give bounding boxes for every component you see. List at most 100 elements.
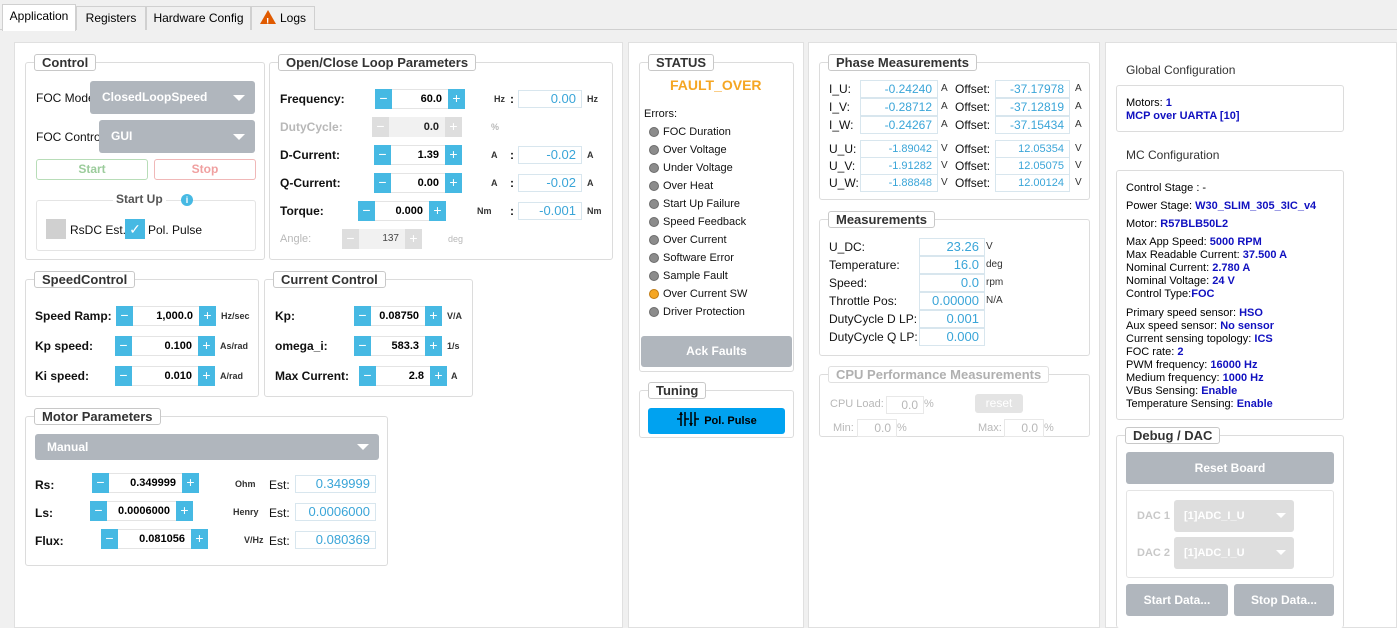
tab-application[interactable]: Application [2, 4, 76, 31]
plus-icon[interactable]: + [191, 529, 208, 549]
spin-value[interactable]: 1.39 [391, 145, 445, 165]
spin-value[interactable]: 0.000 [375, 201, 429, 221]
ls-spinbox[interactable]: − 0.0006000 + [90, 501, 193, 521]
plus-icon[interactable]: + [199, 306, 216, 326]
stop-button[interactable]: Stop [154, 159, 256, 180]
plus-icon[interactable]: + [448, 89, 465, 109]
foc-mode-label: FOC Mode [36, 91, 95, 105]
spin-value[interactable]: 0.081056 [118, 529, 191, 549]
plus-icon[interactable]: + [198, 336, 215, 356]
minus-icon[interactable]: − [372, 117, 389, 137]
unit: Nm [477, 206, 492, 216]
stop-data-button[interactable]: Stop Data... [1234, 584, 1334, 616]
dac2-dropdown[interactable]: [1]ADC_I_U [1174, 537, 1294, 569]
status-led-icon [649, 181, 659, 191]
ki-speed-label: Ki speed: [35, 369, 90, 383]
tab-logs[interactable]: Logs [251, 6, 315, 34]
rsdc-checkbox[interactable] [46, 219, 66, 239]
minus-icon[interactable]: − [115, 336, 132, 356]
phase-label: U_U: [829, 142, 857, 156]
plus-icon[interactable]: + [445, 145, 462, 165]
minus-icon[interactable]: − [374, 145, 391, 165]
minus-icon[interactable]: − [115, 366, 132, 386]
minus-icon[interactable]: − [354, 336, 371, 356]
ki-speed-spinbox[interactable]: − 0.010 + [115, 366, 215, 386]
start-button[interactable]: Start [36, 159, 148, 180]
angle-spinbox[interactable]: − 137 + [342, 229, 422, 249]
ack-faults-button[interactable]: Ack Faults [641, 336, 792, 367]
spin-value[interactable]: 0.0 [389, 117, 445, 137]
minus-icon[interactable]: − [358, 201, 375, 221]
minus-icon[interactable]: − [359, 366, 376, 386]
motor-mode-dropdown[interactable]: Manual [35, 434, 379, 460]
plus-icon[interactable]: + [429, 201, 446, 221]
tab-hardware-config[interactable]: Hardware Config [146, 6, 251, 30]
plus-icon[interactable]: + [198, 366, 215, 386]
phase-label: I_W: [829, 118, 854, 132]
spin-value[interactable]: 583.3 [371, 336, 425, 356]
plus-icon[interactable]: + [445, 173, 462, 193]
spin-value[interactable]: 0.0006000 [107, 501, 176, 521]
speed-ramp-spinbox[interactable]: − 1,000.0 + [116, 306, 216, 326]
spin-value[interactable]: 0.08750 [371, 306, 425, 326]
minus-icon[interactable]: − [342, 229, 359, 249]
info-icon[interactable]: i [181, 194, 193, 206]
minus-icon[interactable]: − [90, 501, 107, 521]
max-current-spinbox[interactable]: − 2.8 + [359, 366, 447, 386]
kp-spinbox[interactable]: − 0.08750 + [354, 306, 442, 326]
spin-value[interactable]: 60.0 [392, 89, 448, 109]
minus-icon[interactable]: − [375, 89, 392, 109]
plus-icon[interactable]: + [176, 501, 193, 521]
minus-icon[interactable]: − [92, 473, 109, 493]
spin-value[interactable]: 1,000.0 [133, 306, 199, 326]
start-data-button[interactable]: Start Data... [1126, 584, 1228, 616]
flux-spinbox[interactable]: − 0.081056 + [101, 529, 208, 549]
spin-value[interactable]: 2.8 [376, 366, 430, 386]
minus-icon[interactable]: − [116, 306, 133, 326]
plus-icon[interactable]: + [425, 336, 442, 356]
spin-value[interactable]: 137 [359, 229, 405, 249]
control-group: Control FOC Mode ClosedLoopSpeed FOC Con… [25, 54, 265, 260]
spin-value[interactable]: 0.349999 [109, 473, 182, 493]
reset-board-button[interactable]: Reset Board [1126, 452, 1334, 484]
status-led-icon [649, 127, 659, 137]
vbus-line: VBus Sensing: Enable [1126, 385, 1237, 397]
spin-value[interactable]: 0.100 [132, 336, 198, 356]
omega-spinbox[interactable]: − 583.3 + [354, 336, 442, 356]
plus-icon[interactable]: + [430, 366, 447, 386]
phase-value: -0.24267 [860, 116, 938, 134]
unit: V [941, 143, 948, 154]
unit: A [941, 83, 948, 94]
dcurrent-spinbox[interactable]: − 1.39 + [374, 145, 462, 165]
dac1-dropdown[interactable]: [1]ADC_I_U [1174, 500, 1294, 532]
unit: deg [448, 234, 464, 244]
rs-spinbox[interactable]: − 0.349999 + [92, 473, 199, 493]
pol-pulse-button[interactable]: Pol. Pulse [648, 408, 785, 434]
minus-icon[interactable]: − [101, 529, 118, 549]
polpulse-checkbox[interactable]: ✓ [125, 219, 145, 239]
unit: % [1044, 422, 1054, 434]
unit: V/A [447, 311, 463, 321]
plus-icon[interactable]: + [445, 117, 462, 137]
tab-registers[interactable]: Registers [76, 6, 146, 30]
frequency-spinbox[interactable]: − 60.0 + [375, 89, 465, 109]
foc-control-dropdown[interactable]: GUI [99, 120, 255, 153]
plus-icon[interactable]: + [405, 229, 422, 249]
kp-speed-spinbox[interactable]: − 0.100 + [115, 336, 215, 356]
cpu-reset-button[interactable]: reset [975, 394, 1023, 413]
spin-value[interactable]: 0.010 [132, 366, 198, 386]
pwm-value: 16000 Hz [1210, 359, 1258, 371]
torque-spinbox[interactable]: − 0.000 + [358, 201, 446, 221]
group-title: Current Control [273, 271, 386, 288]
minus-icon[interactable]: − [354, 306, 371, 326]
cpu-load-value: 0.0 [886, 396, 924, 414]
plus-icon[interactable]: + [182, 473, 199, 493]
plus-icon[interactable]: + [425, 306, 442, 326]
minus-icon[interactable]: − [374, 173, 391, 193]
dutycycle-spinbox[interactable]: − 0.0 + [372, 117, 462, 137]
foc-mode-dropdown[interactable]: ClosedLoopSpeed [90, 81, 255, 114]
spin-value[interactable]: 0.00 [391, 173, 445, 193]
unit: As/rad [220, 341, 249, 351]
qcurrent-spinbox[interactable]: − 0.00 + [374, 173, 462, 193]
unit: A [941, 119, 948, 130]
